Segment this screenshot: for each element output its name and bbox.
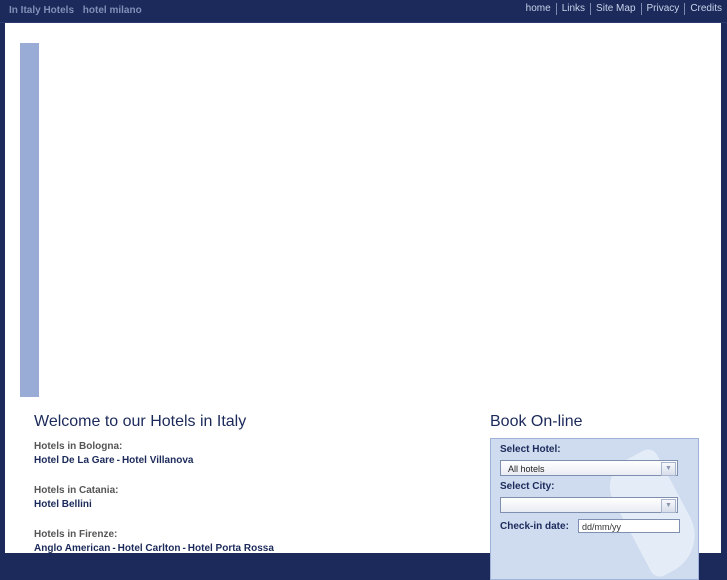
- hotel-links: Anglo American - Hotel Carlton - Hotel Porta…: [34, 542, 454, 556]
- booking-section: Book On-line Select Hotel: All hotels ▼ …: [490, 413, 700, 580]
- hotel-links: Hotel Bellini: [34, 498, 454, 512]
- chevron-down-icon[interactable]: ▼: [661, 462, 676, 476]
- nav-credits-link[interactable]: Credits: [684, 3, 727, 15]
- checkin-date-input[interactable]: dd/mm/yy: [578, 519, 680, 533]
- welcome-title: Welcome to our Hotels in Italy: [34, 413, 247, 430]
- city-block-catania: Hotels in Catania: Hotel Bellini: [34, 484, 454, 512]
- top-bar: In Italy Hotels hotel milano home Links …: [0, 0, 727, 23]
- city-block-bologna: Hotels in Bologna: Hotel De La Gare - Hote…: [34, 440, 454, 468]
- checkin-row: Check-in date: dd/mm/yy: [500, 519, 698, 533]
- booking-title: Book On-line: [490, 413, 583, 430]
- hotel-link[interactable]: Hotel De La Gare: [34, 455, 115, 466]
- brand-secondary[interactable]: hotel milano: [83, 5, 142, 16]
- welcome-section: Welcome to our Hotels in Italy Hotels in…: [34, 413, 454, 572]
- nav-privacy-link[interactable]: Privacy: [640, 3, 685, 15]
- city-title: Hotels in Catania:: [34, 485, 119, 496]
- nav-links-link[interactable]: Links: [555, 3, 590, 15]
- booking-form: Select Hotel: All hotels ▼ Select City: …: [490, 438, 699, 580]
- city-title: Hotels in Bologna:: [34, 441, 123, 452]
- hotel-links: Hotel De La Gare - Hotel Villanova: [34, 454, 454, 468]
- main-content: Welcome to our Hotels in Italy Hotels in…: [5, 23, 721, 580]
- checkin-label: Check-in date:: [500, 520, 569, 532]
- site-brand: In Italy Hotels hotel milano: [9, 5, 148, 16]
- select-hotel-label: Select Hotel:: [500, 444, 561, 455]
- link-separator: -: [116, 455, 120, 466]
- top-nav: home Links Site Map Privacy Credits: [521, 3, 727, 15]
- city-title: Hotels in Firenze:: [34, 529, 118, 540]
- select-city-label: Select City:: [500, 481, 555, 492]
- nav-sitemap-link[interactable]: Site Map: [590, 3, 640, 15]
- hotel-link[interactable]: Hotel Bellini: [34, 499, 92, 510]
- city-block-firenze: Hotels in Firenze: Anglo American - Hotel …: [34, 528, 454, 556]
- banner-image: [20, 43, 39, 397]
- chevron-down-icon[interactable]: ▼: [661, 499, 676, 513]
- brand-primary[interactable]: In Italy Hotels: [9, 5, 74, 16]
- hotel-link[interactable]: Hotel Villanova: [122, 455, 194, 466]
- hotel-select-value: All hotels: [508, 464, 545, 474]
- hotel-select[interactable]: All hotels ▼: [500, 460, 678, 476]
- city-select[interactable]: ▼: [500, 497, 678, 513]
- nav-home-link[interactable]: home: [521, 3, 556, 15]
